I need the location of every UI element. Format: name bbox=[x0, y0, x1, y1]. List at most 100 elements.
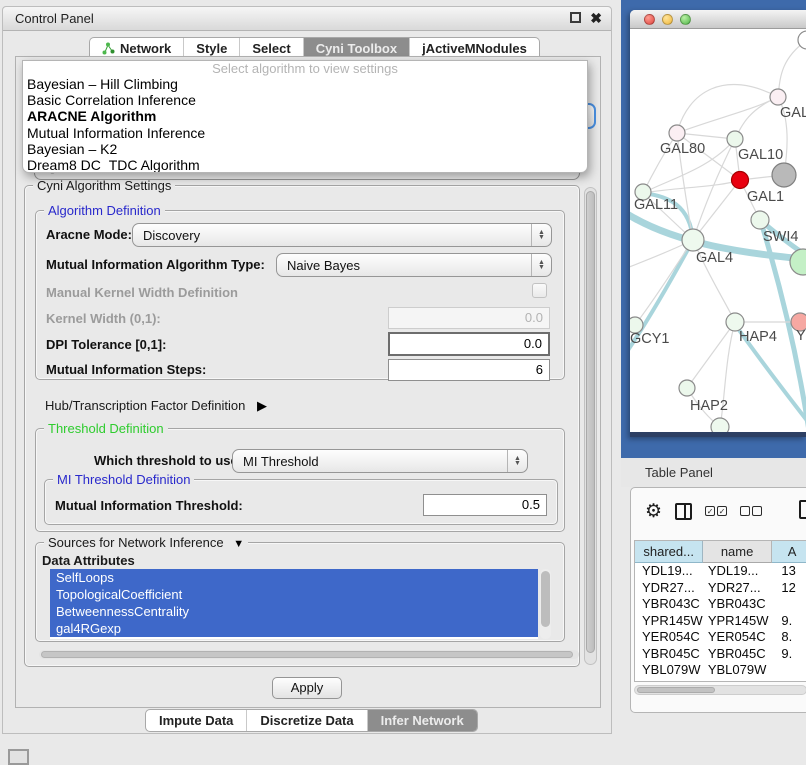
mi-type-combo[interactable]: Naive Bayes ▲▼ bbox=[276, 253, 552, 277]
threshold-definition-group: Threshold Definition Which threshold to … bbox=[35, 428, 565, 532]
minimize-traffic-light[interactable] bbox=[662, 14, 673, 25]
close-traffic-light[interactable] bbox=[644, 14, 655, 25]
table-header-row: shared... name A bbox=[635, 541, 806, 563]
data-attributes-list: SelfLoopsTopologicalCoefficientBetweenne… bbox=[50, 569, 538, 639]
scrollbar-thumb[interactable] bbox=[586, 191, 595, 653]
columns-icon[interactable] bbox=[675, 503, 692, 520]
table-cell: 9. bbox=[772, 679, 806, 683]
table-row[interactable]: YDR27...YDR27...12 bbox=[635, 580, 806, 597]
attributes-scrollbar[interactable] bbox=[540, 569, 551, 639]
table-horizontal-scrollbar[interactable] bbox=[634, 685, 806, 695]
network-edge[interactable] bbox=[677, 133, 735, 139]
algorithm-option[interactable]: ARACNE Algorithm bbox=[23, 108, 587, 124]
algorithm-dropdown-list: Bayesian – Hill ClimbingBasic Correlatio… bbox=[23, 76, 587, 173]
scrollbar-thumb[interactable] bbox=[637, 687, 715, 693]
node-label: HAP2 bbox=[690, 398, 728, 414]
mi-threshold-definition-group: MI Threshold Definition Mutual Informati… bbox=[44, 479, 558, 525]
network-node[interactable] bbox=[682, 229, 704, 251]
algorithm-option[interactable]: Bayesian – K2 bbox=[23, 141, 587, 157]
node-label: GAL1 bbox=[747, 189, 784, 205]
kernel-width-field[interactable]: 0.0 bbox=[388, 307, 550, 329]
network-node[interactable] bbox=[711, 418, 729, 432]
table-cell: YDL19... bbox=[635, 563, 704, 580]
tab-impute-data[interactable]: Impute Data bbox=[146, 710, 247, 731]
attribute-list-item[interactable]: SelfLoops bbox=[50, 569, 538, 586]
scrollbar-thumb[interactable] bbox=[41, 651, 573, 658]
mi-steps-field[interactable]: 6 bbox=[388, 359, 550, 381]
which-threshold-combo[interactable]: MI Threshold ▲▼ bbox=[232, 449, 528, 473]
column-header-shared-name[interactable]: shared... bbox=[635, 541, 703, 563]
spinner-icon: ▲▼ bbox=[531, 254, 551, 276]
aracne-mode-value: Discovery bbox=[133, 228, 531, 243]
document-icon[interactable] bbox=[799, 500, 806, 519]
attribute-list-item[interactable]: TopologicalCoefficient bbox=[50, 586, 538, 603]
deselect-all-columns-icon[interactable] bbox=[740, 506, 762, 516]
scrollbar-thumb[interactable] bbox=[541, 571, 550, 627]
table-cell: 9. bbox=[772, 646, 806, 663]
network-edge[interactable] bbox=[677, 84, 778, 133]
table-row[interactable]: YBL079WYBL079W bbox=[635, 662, 806, 679]
gear-icon[interactable]: ⚙ bbox=[645, 502, 662, 521]
tab-label: jActiveMNodules bbox=[422, 41, 527, 56]
table-row[interactable]: YDL19...YDL19...13 bbox=[635, 563, 806, 580]
table-row[interactable]: YLR345WYLR345W9. bbox=[635, 679, 806, 683]
aracne-mode-combo[interactable]: Discovery ▲▼ bbox=[132, 223, 552, 247]
hub-definition-expander[interactable]: Hub/Transcription Factor Definition ▶ bbox=[45, 398, 267, 414]
manual-kernel-checkbox[interactable] bbox=[532, 283, 547, 298]
network-node[interactable] bbox=[679, 380, 695, 396]
threshold-definition-title: Threshold Definition bbox=[44, 421, 168, 436]
node-label: GAL bbox=[780, 105, 806, 121]
table-row[interactable]: YBR043CYBR043C bbox=[635, 596, 806, 613]
node-label: GAL11 bbox=[634, 197, 678, 213]
table-cell bbox=[772, 596, 806, 613]
table-cell: YPR145W bbox=[704, 613, 773, 630]
apply-button[interactable]: Apply bbox=[272, 677, 342, 699]
algorithm-option[interactable]: Dream8 DC_TDC Algorithm bbox=[23, 157, 587, 173]
kernel-width-label: Kernel Width (0,1): bbox=[46, 311, 161, 326]
node-label: GCY1 bbox=[630, 331, 670, 347]
tab-discretize-data[interactable]: Discretize Data bbox=[247, 710, 367, 731]
network-node[interactable] bbox=[669, 125, 685, 141]
network-node[interactable] bbox=[751, 211, 769, 229]
float-window-icon[interactable] bbox=[570, 12, 581, 23]
algorithm-option[interactable]: Mutual Information Inference bbox=[23, 125, 587, 141]
column-header-clipped[interactable]: A bbox=[772, 541, 806, 563]
tab-infer-network[interactable]: Infer Network bbox=[368, 710, 477, 731]
settings-vertical-scrollbar[interactable] bbox=[584, 187, 597, 665]
table-row[interactable]: YER054CYER054C8. bbox=[635, 629, 806, 646]
network-node[interactable] bbox=[772, 163, 796, 187]
minimized-panel-icon[interactable] bbox=[8, 749, 29, 765]
hub-definition-label: Hub/Transcription Factor Definition bbox=[45, 398, 245, 413]
table-cell: YPR145W bbox=[635, 613, 704, 630]
network-edge[interactable] bbox=[735, 97, 778, 139]
attribute-list-item[interactable]: gal4RGexp bbox=[50, 620, 538, 637]
network-node[interactable] bbox=[770, 89, 786, 105]
settings-horizontal-scrollbar[interactable] bbox=[39, 650, 579, 659]
network-node[interactable] bbox=[732, 172, 749, 189]
network-icon bbox=[102, 42, 115, 55]
close-icon[interactable]: ✖ bbox=[590, 12, 602, 25]
table-cell: YDR27... bbox=[704, 580, 773, 597]
table-row[interactable]: YBR045CYBR045C9. bbox=[635, 646, 806, 663]
sources-group-title[interactable]: Sources for Network Inference ▼ bbox=[44, 535, 248, 550]
network-node[interactable] bbox=[790, 249, 806, 275]
network-node[interactable] bbox=[727, 131, 743, 147]
table-row[interactable]: YPR145WYPR145W9. bbox=[635, 613, 806, 630]
network-window-titlebar[interactable] bbox=[630, 10, 806, 29]
algorithm-option[interactable]: Basic Correlation Inference bbox=[23, 92, 587, 108]
column-header-name[interactable]: name bbox=[703, 541, 771, 563]
table-toolbar: ⚙ ✓ ✓ bbox=[631, 488, 806, 534]
tab-label: Select bbox=[252, 41, 290, 56]
mi-threshold-field[interactable]: 0.5 bbox=[423, 494, 547, 516]
table-cell: YBR043C bbox=[704, 596, 773, 613]
dpi-tolerance-field[interactable]: 0.0 bbox=[388, 332, 550, 356]
select-all-columns-icon[interactable]: ✓ ✓ bbox=[705, 506, 727, 516]
table-cell bbox=[772, 662, 806, 679]
attribute-list-item[interactable]: BetweennessCentrality bbox=[50, 603, 538, 620]
zoom-traffic-light[interactable] bbox=[680, 14, 691, 25]
algorithm-option[interactable]: Bayesian – Hill Climbing bbox=[23, 76, 587, 92]
network-edge[interactable] bbox=[687, 322, 735, 388]
network-canvas[interactable]: GALGAL80GAL10GAL1GAL11SWI4GAL4HAP4YGCY1H… bbox=[630, 29, 806, 432]
network-edge[interactable] bbox=[778, 40, 806, 97]
algorithm-dropdown-placeholder: Select algorithm to view settings bbox=[23, 61, 587, 76]
